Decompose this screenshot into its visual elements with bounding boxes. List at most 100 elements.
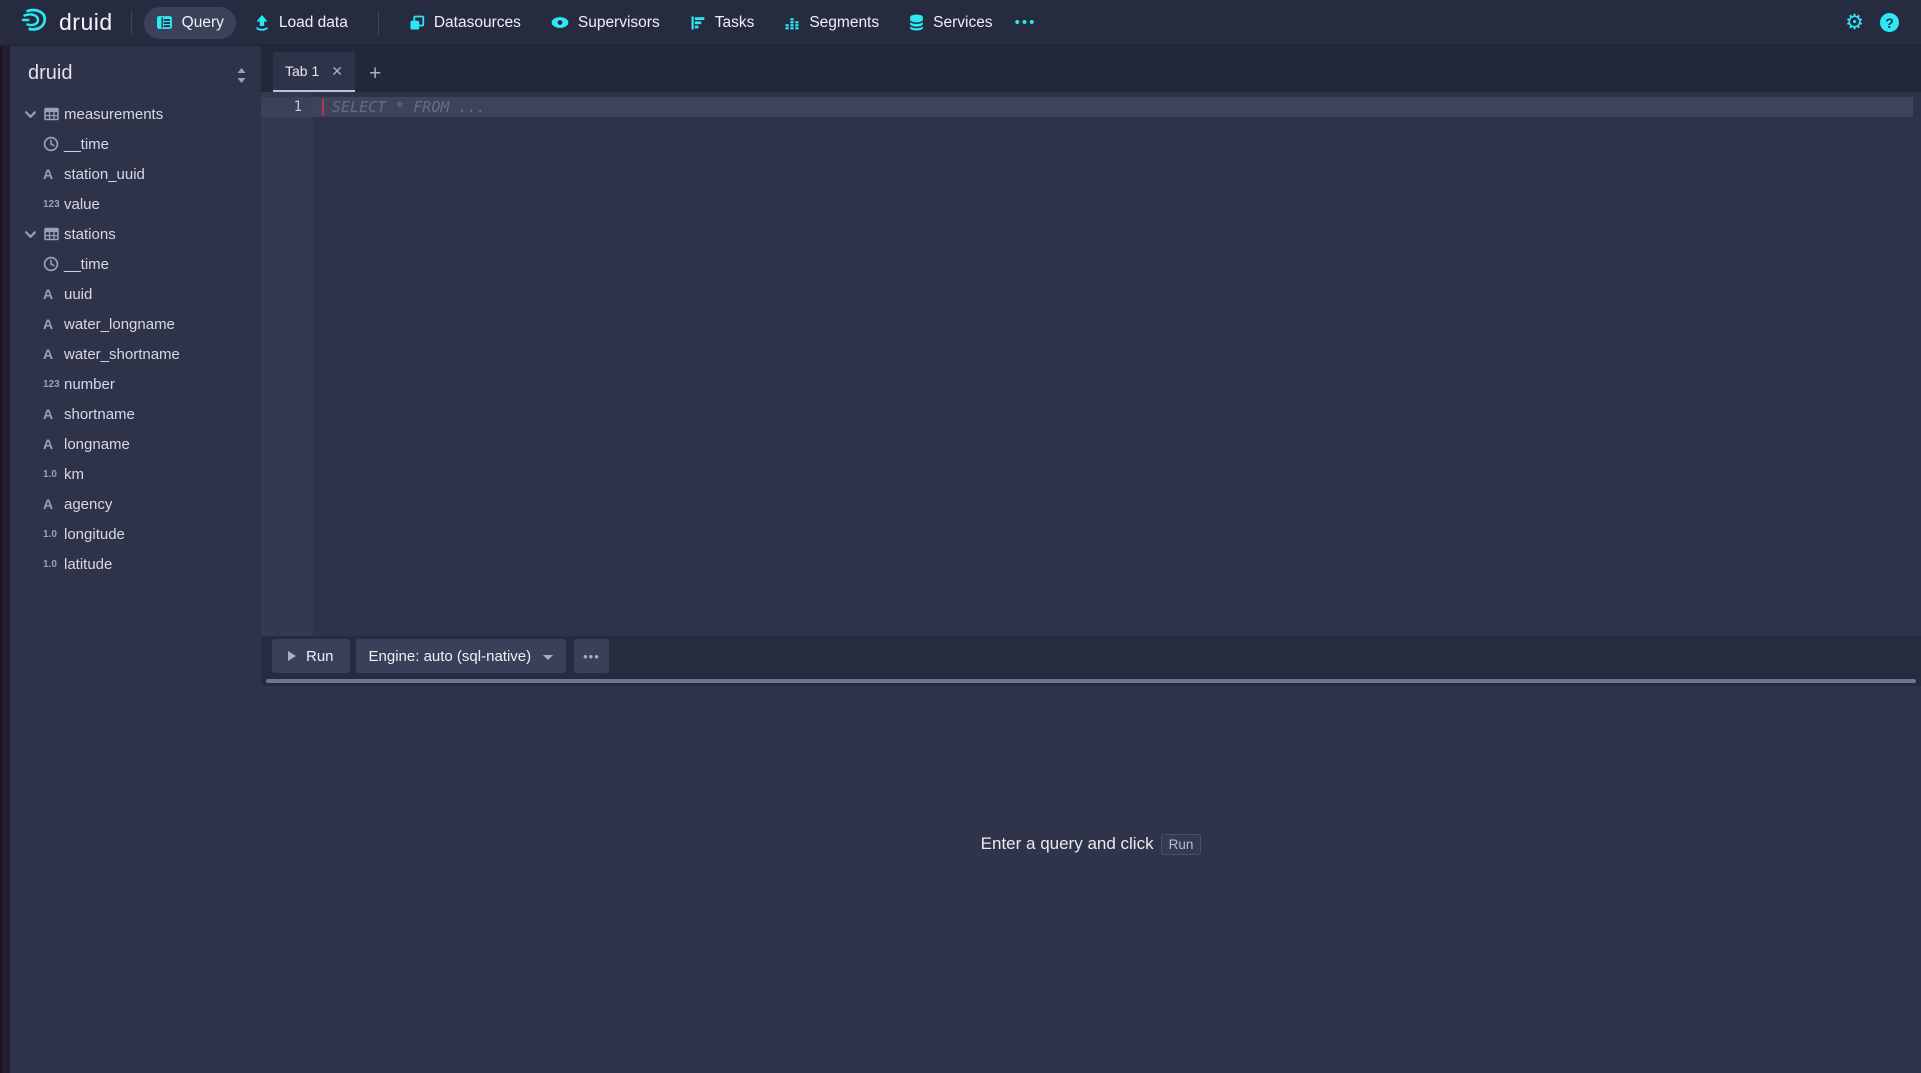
tree-column-water_shortname[interactable]: Awater_shortname — [10, 339, 261, 369]
nav-item-label: Query — [182, 14, 224, 32]
string-type-icon: A — [43, 316, 64, 332]
tree-item-label: stations — [64, 226, 116, 243]
tree-column-uuid[interactable]: Auuid — [10, 279, 261, 309]
tree-column-shortname[interactable]: Ashortname — [10, 399, 261, 429]
query-main-panel: Tab 1 ✕ + 1 SELECT * FROM ... Run Engine: … — [261, 46, 1921, 1073]
empty-results-message: Enter a query and click Run — [981, 832, 1202, 856]
tree-column-station_uuid[interactable]: Astation_uuid — [10, 159, 261, 189]
play-icon — [288, 651, 296, 661]
tree-column-number[interactable]: 123number — [10, 369, 261, 399]
druid-logo[interactable]: druid — [14, 5, 119, 40]
left-edge-strip — [0, 46, 10, 1073]
nav-item-segments[interactable]: Segments — [772, 7, 891, 39]
run-toolbar: Run Engine: auto (sql-native) ••• — [261, 636, 1921, 676]
nav-more-button[interactable]: ••• — [1005, 7, 1047, 38]
run-more-button[interactable]: ••• — [574, 639, 609, 673]
datasources-icon — [409, 15, 425, 31]
help-icon[interactable]: ? — [1880, 13, 1899, 32]
nav-item-datasources[interactable]: Datasources — [397, 7, 533, 39]
druid-logo-icon — [20, 5, 50, 40]
run-button[interactable]: Run — [272, 639, 350, 673]
tree-column-latitude[interactable]: 1.0latitude — [10, 549, 261, 579]
double-caret-icon[interactable] — [234, 66, 249, 85]
clock-icon — [43, 136, 64, 152]
string-type-icon: A — [43, 346, 64, 362]
tab-label: Tab 1 — [285, 63, 319, 79]
results-panel: Enter a query and click Run — [261, 686, 1921, 1073]
engine-label: Engine: auto (sql-native) — [369, 648, 532, 665]
table-icon — [43, 226, 64, 242]
tree-column-value[interactable]: 123value — [10, 189, 261, 219]
tree-item-label: uuid — [64, 286, 92, 303]
tree-table-measurements[interactable]: measurements — [10, 99, 261, 129]
string-type-icon: A — [43, 166, 64, 182]
close-tab-icon[interactable]: ✕ — [331, 63, 343, 80]
tree-item-label: __time — [64, 256, 109, 273]
clock-icon — [43, 256, 64, 272]
long-type-icon: 123 — [43, 199, 64, 210]
line-number: 1 — [261, 97, 313, 117]
tree-item-label: agency — [64, 496, 112, 513]
nav-item-label: Segments — [809, 14, 879, 32]
text-cursor — [322, 99, 324, 115]
schema-header: druid — [10, 46, 261, 98]
tree-item-label: latitude — [64, 556, 112, 573]
settings-gear-icon[interactable]: ⚙ — [1845, 12, 1864, 33]
editor-active-line: 1 SELECT * FROM ... — [261, 97, 1921, 117]
tree-item-label: station_uuid — [64, 166, 145, 183]
tree-item-label: measurements — [64, 106, 163, 123]
tree-column-agency[interactable]: Aagency — [10, 489, 261, 519]
nav-item-supervisors[interactable]: Supervisors — [539, 7, 672, 39]
nav-item-tasks[interactable]: Tasks — [678, 7, 767, 39]
nav-item-load-data[interactable]: Load data — [242, 7, 360, 39]
nav-item-label: Load data — [279, 14, 348, 32]
string-type-icon: A — [43, 286, 64, 302]
tree-item-label: shortname — [64, 406, 135, 423]
query-tab-bar: Tab 1 ✕ + — [261, 46, 1921, 92]
message-text: Enter a query and click — [981, 834, 1154, 854]
nav-right-controls: ⚙ ? — [1845, 12, 1907, 33]
query-icon — [156, 14, 173, 31]
nav-divider — [131, 11, 132, 35]
brand-name: druid — [59, 9, 113, 36]
tree-table-stations[interactable]: stations — [10, 219, 261, 249]
tree-item-label: longitude — [64, 526, 125, 543]
editor-placeholder: SELECT * FROM ... — [332, 98, 486, 116]
database-icon — [909, 14, 924, 31]
tree-item-label: value — [64, 196, 100, 213]
nav-divider — [378, 11, 379, 35]
string-type-icon: A — [43, 406, 64, 422]
nav-item-services[interactable]: Services — [897, 7, 1004, 39]
tree-column-km[interactable]: 1.0km — [10, 459, 261, 489]
tasks-icon — [690, 15, 706, 31]
chevron-down-icon[interactable] — [24, 108, 43, 121]
tree-column-__time[interactable]: __time — [10, 249, 261, 279]
nav-items: Query Load data Datasources Supervisors Task… — [144, 7, 1005, 39]
tree-column-longname[interactable]: Alongname — [10, 429, 261, 459]
query-tab-tab-1[interactable]: Tab 1 ✕ — [273, 52, 355, 92]
engine-select-button[interactable]: Engine: auto (sql-native) — [356, 639, 567, 673]
add-tab-button[interactable]: + — [369, 63, 381, 84]
nav-item-query[interactable]: Query — [144, 7, 236, 39]
top-nav-bar: druid Query Load data Datasources Superviso… — [0, 0, 1921, 46]
chevron-down-icon — [543, 655, 553, 660]
tree-item-label: number — [64, 376, 115, 393]
run-chip: Run — [1161, 834, 1202, 855]
long-type-icon: 123 — [43, 379, 64, 390]
chevron-down-icon[interactable] — [24, 228, 43, 241]
editor-gutter — [261, 92, 313, 636]
resize-handle[interactable] — [266, 679, 1916, 683]
nav-item-label: Services — [933, 14, 992, 32]
tree-item-label: km — [64, 466, 84, 483]
upload-icon — [254, 14, 270, 31]
tree-column-longitude[interactable]: 1.0longitude — [10, 519, 261, 549]
schema-selector[interactable]: druid — [28, 62, 72, 85]
tree-column-__time[interactable]: __time — [10, 129, 261, 159]
sql-editor[interactable]: 1 SELECT * FROM ... — [261, 92, 1921, 636]
tree-column-water_longname[interactable]: Awater_longname — [10, 309, 261, 339]
tree-item-label: water_shortname — [64, 346, 180, 363]
tree-item-label: water_longname — [64, 316, 175, 333]
run-button-label: Run — [306, 648, 334, 665]
nav-item-label: Supervisors — [578, 14, 660, 32]
double-type-icon: 1.0 — [43, 559, 64, 570]
